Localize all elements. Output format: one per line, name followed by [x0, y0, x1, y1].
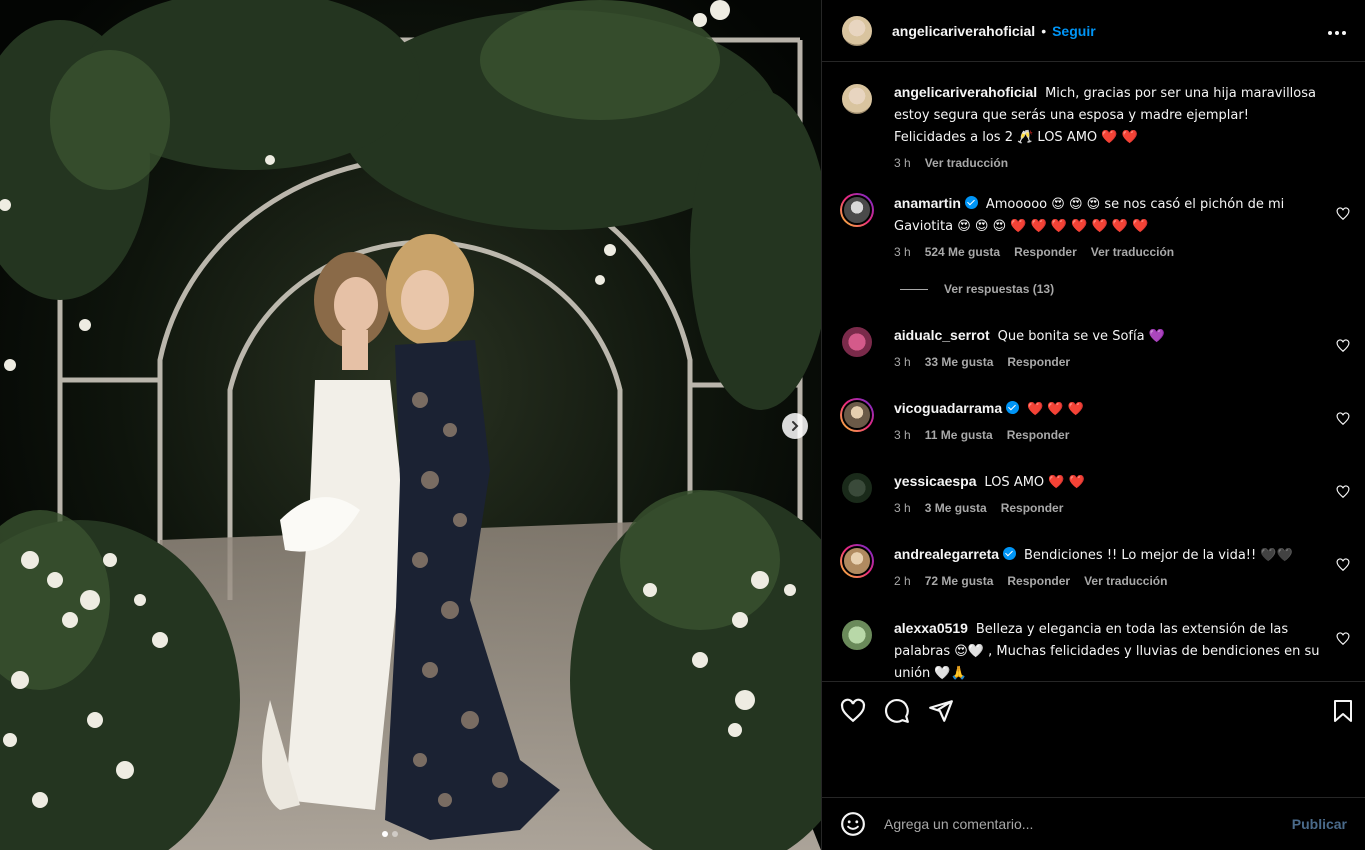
carousel-dot-active: [382, 831, 388, 837]
carousel-next-button[interactable]: [782, 413, 808, 439]
more-options-icon[interactable]: [1327, 20, 1347, 41]
heart-icon[interactable]: [840, 698, 866, 724]
comment-reply-button[interactable]: Responder: [1007, 573, 1070, 589]
post-details-panel: angelicariverahoficial • Seguir angelica…: [821, 0, 1365, 850]
author-avatar[interactable]: [840, 13, 874, 48]
follow-button[interactable]: Seguir: [1052, 23, 1096, 39]
like-comment-heart-icon[interactable]: [1336, 339, 1350, 353]
like-comment-heart-icon[interactable]: [1336, 207, 1350, 221]
comment-text: ❤️ ❤️ ❤️: [1027, 402, 1084, 417]
comment-time[interactable]: 3 h: [894, 244, 911, 260]
chevron-right-icon: [792, 421, 799, 431]
comment-username[interactable]: aidualc_serrot: [894, 327, 990, 343]
comment-text: Que bonita se ve Sofía 💜: [997, 329, 1165, 344]
comment-avatar[interactable]: [840, 193, 874, 227]
comment-item: yessicaespa LOS AMO ❤️ ❤️ 3 h 3 Me gusta…: [840, 471, 1350, 516]
carousel-dot: [392, 831, 398, 837]
view-replies-toggle[interactable]: Ver respuestas (13): [900, 282, 1054, 296]
post-action-bar: [822, 681, 1365, 797]
comment-input[interactable]: Agrega un comentario...: [884, 816, 1292, 832]
caption-avatar[interactable]: [840, 82, 874, 116]
like-comment-heart-icon[interactable]: [1336, 632, 1350, 646]
wedding-photo-image: [0, 0, 821, 850]
comment-likes[interactable]: 33 Me gusta: [925, 354, 994, 370]
comment-avatar[interactable]: [840, 325, 874, 359]
verified-badge-icon: [1003, 547, 1017, 560]
author-username[interactable]: angelicariverahoficial: [892, 23, 1035, 39]
publish-button[interactable]: Publicar: [1292, 816, 1347, 832]
comment-avatar[interactable]: [840, 471, 874, 505]
comment-item: vicoguadarrama ❤️ ❤️ ❤️ 3 h 11 Me gusta …: [840, 398, 1350, 443]
like-comment-heart-icon[interactable]: [1336, 485, 1350, 499]
caption-username[interactable]: angelicariverahoficial: [894, 84, 1037, 100]
comment-item: alexxa0519 Belleza y elegancia en toda l…: [840, 618, 1350, 681]
comment-reply-button[interactable]: Responder: [1007, 427, 1070, 443]
caption-time[interactable]: 3 h: [894, 155, 911, 171]
emoji-icon[interactable]: [840, 811, 866, 837]
comment-item: andrealegarreta Bendiciones !! Lo mejor …: [840, 544, 1350, 589]
comment-likes[interactable]: 3 Me gusta: [925, 500, 987, 516]
comment-username[interactable]: yessicaespa: [894, 473, 977, 489]
comment-likes[interactable]: 524 Me gusta: [925, 244, 1000, 260]
comment-avatar[interactable]: [840, 544, 874, 578]
comment-icon[interactable]: [884, 698, 910, 724]
carousel-indicator: [382, 831, 398, 837]
comment-time[interactable]: 3 h: [894, 354, 911, 370]
view-replies-label[interactable]: Ver respuestas (13): [944, 282, 1054, 296]
bookmark-icon[interactable]: [1331, 698, 1355, 724]
comment-item: aidualc_serrot Que bonita se ve Sofía 💜 …: [840, 325, 1350, 370]
comment-text: Bendiciones !! Lo mejor de la vida!! 🖤🖤: [1023, 548, 1293, 563]
comment-time[interactable]: 2 h: [894, 573, 911, 589]
comment-likes[interactable]: 11 Me gusta: [925, 427, 993, 443]
like-comment-heart-icon[interactable]: [1336, 412, 1350, 426]
comment-likes[interactable]: 72 Me gusta: [925, 573, 994, 589]
replies-line: [900, 288, 928, 290]
comment-translate-link[interactable]: Ver traducción: [1091, 244, 1174, 260]
comment-reply-button[interactable]: Responder: [1007, 354, 1070, 370]
caption-translate-link[interactable]: Ver traducción: [925, 155, 1008, 171]
caption: angelicariverahoficial Mich, gracias por…: [840, 82, 1350, 171]
comments-list[interactable]: angelicariverahoficial Mich, gracias por…: [822, 63, 1365, 681]
verified-badge-icon: [1006, 401, 1020, 414]
comment-time[interactable]: 3 h: [894, 500, 911, 516]
comment-time[interactable]: 3 h: [894, 427, 911, 443]
comment-username[interactable]: vicoguadarrama: [894, 400, 1002, 416]
add-comment-bar: Agrega un comentario... Publicar: [822, 797, 1365, 850]
comment-translate-link[interactable]: Ver traducción: [1084, 573, 1167, 589]
comment-reply-button[interactable]: Responder: [1001, 500, 1064, 516]
comment-avatar[interactable]: [840, 618, 874, 652]
comment-item: anamartin Amooooo 😍 😍 😍 se nos casó el p…: [840, 193, 1350, 260]
comment-username[interactable]: anamartin: [894, 195, 961, 211]
like-comment-heart-icon[interactable]: [1336, 558, 1350, 572]
post-header: angelicariverahoficial • Seguir: [822, 0, 1365, 62]
share-icon[interactable]: [928, 698, 954, 724]
comment-avatar[interactable]: [840, 398, 874, 432]
comment-text: LOS AMO ❤️ ❤️: [984, 475, 1085, 490]
verified-badge-icon: [964, 196, 978, 209]
header-separator: •: [1041, 22, 1047, 39]
comment-reply-button[interactable]: Responder: [1014, 244, 1077, 260]
comment-username[interactable]: andrealegarreta: [894, 546, 999, 562]
comment-username[interactable]: alexxa0519: [894, 620, 968, 636]
post-photo[interactable]: [0, 0, 821, 850]
